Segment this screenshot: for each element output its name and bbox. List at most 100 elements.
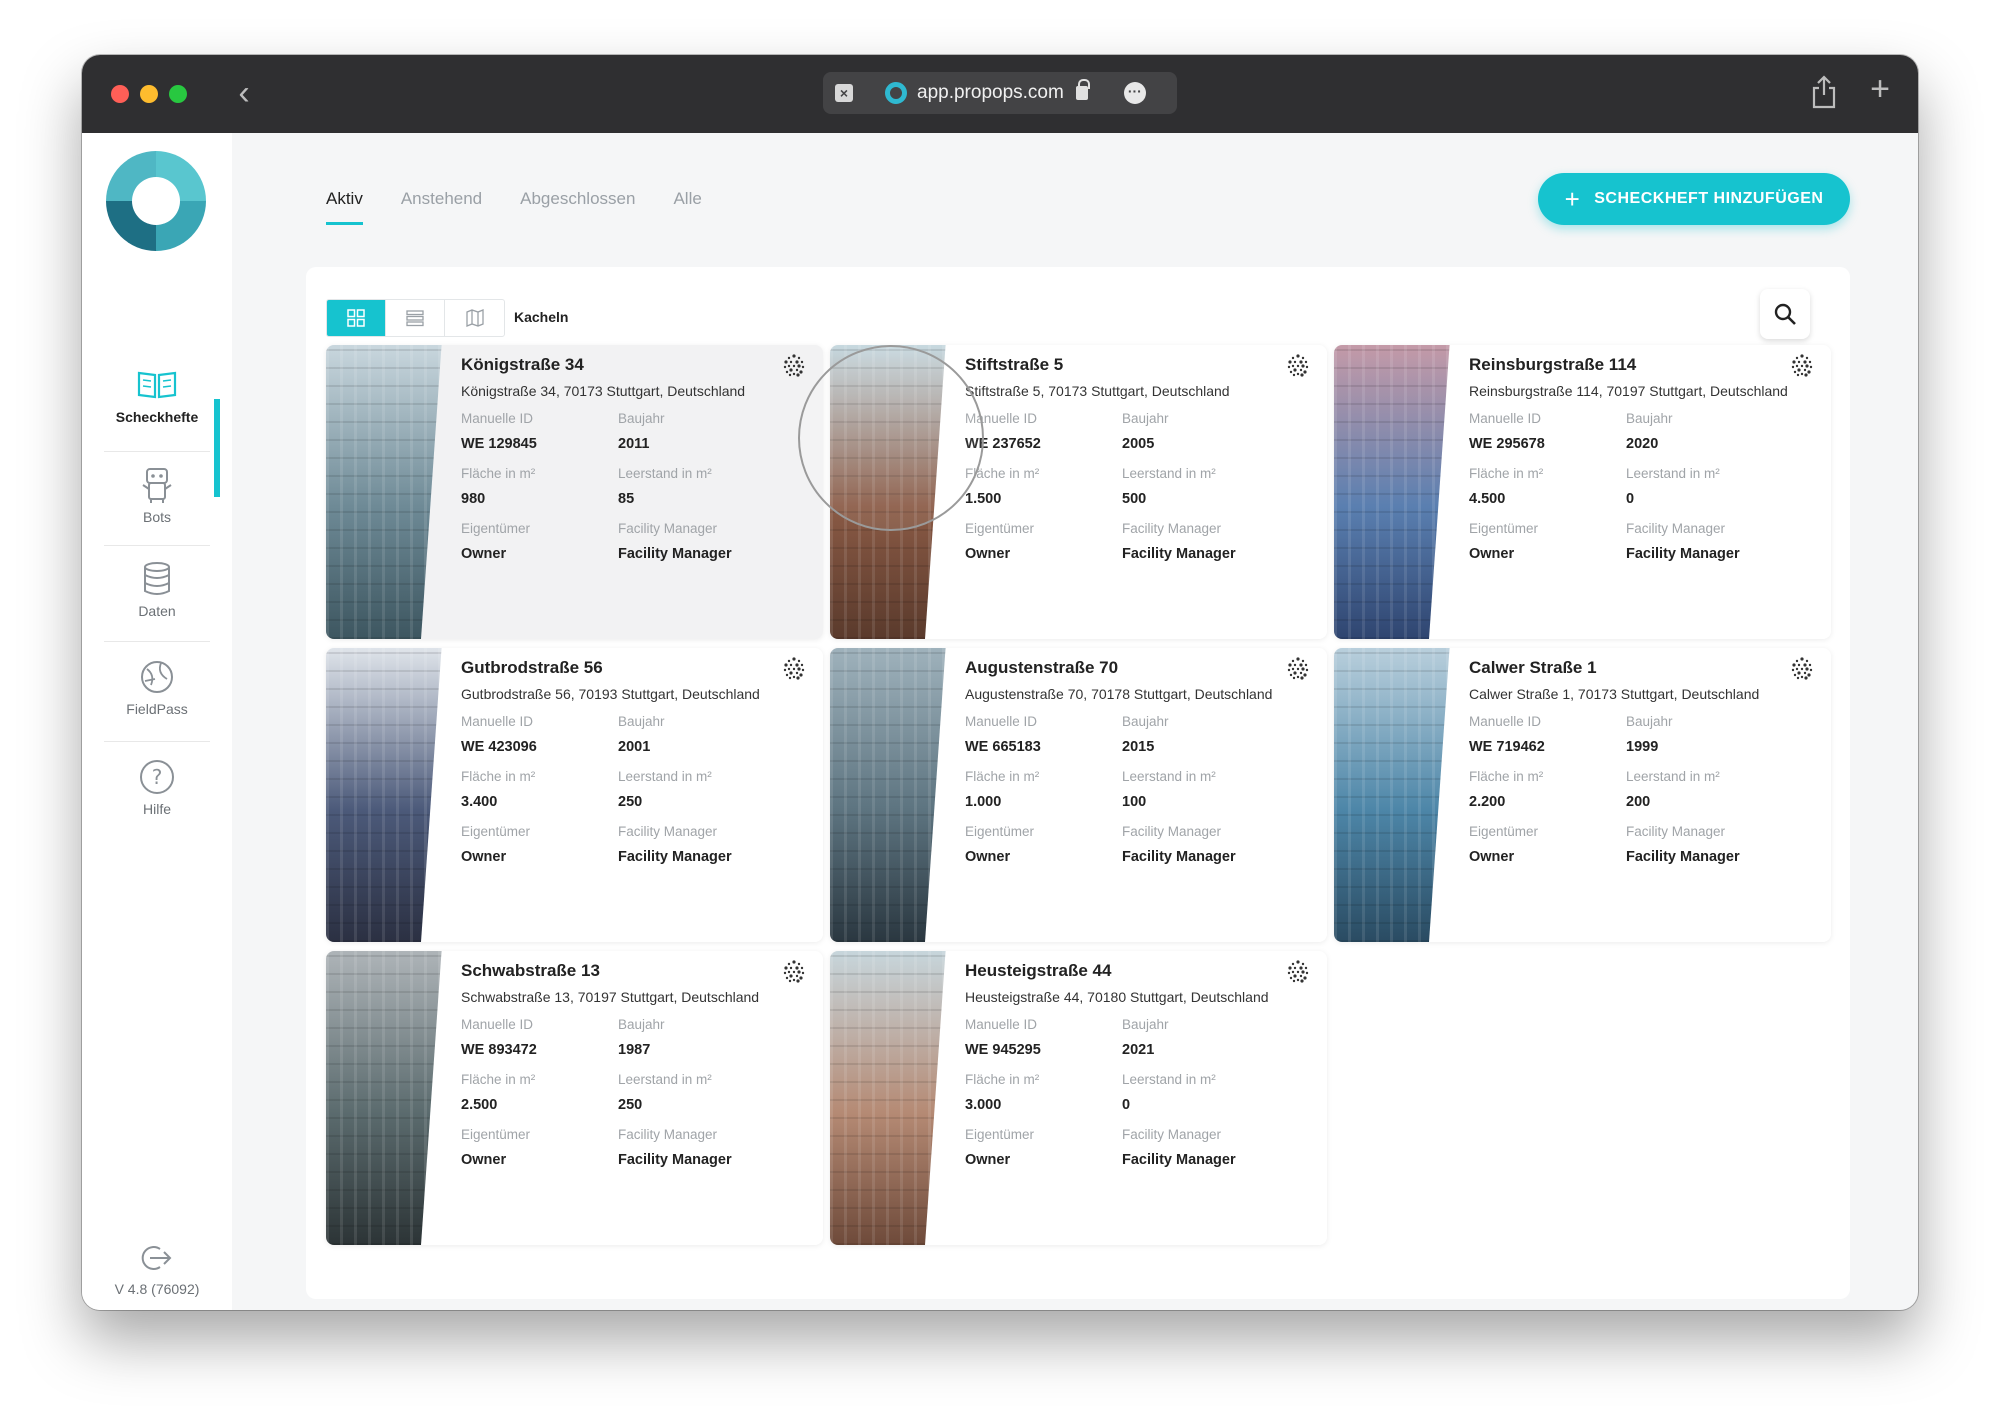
- iota-logo-icon[interactable]: [1285, 353, 1311, 379]
- field-label: Facility Manager: [618, 521, 718, 536]
- property-card[interactable]: Schwabstraße 13 Schwabstraße 13, 70197 St…: [326, 951, 823, 1245]
- share-icon[interactable]: [1810, 75, 1838, 109]
- field-label: Manuelle ID: [461, 1017, 534, 1032]
- field-value: 2011: [618, 436, 650, 452]
- sidebar-item-hilfe[interactable]: ? Hilfe: [82, 745, 232, 837]
- field-label: Facility Manager: [1626, 521, 1726, 536]
- field-value: 2021: [1122, 1042, 1155, 1058]
- field-value: WE 893472: [461, 1042, 537, 1058]
- property-card[interactable]: Königstraße 34 Königstraße 34, 70173 Stut…: [326, 345, 823, 639]
- field-label: Manuelle ID: [1469, 714, 1542, 729]
- add-scheckheft-button[interactable]: + SCHECKHEFT HINZUFÜGEN: [1538, 173, 1850, 225]
- field-value: 2020: [1626, 436, 1659, 452]
- field-value: 2.500: [461, 1097, 498, 1113]
- property-title: Stiftstraße 5: [965, 355, 1064, 374]
- new-tab-button[interactable]: +: [1860, 69, 1900, 109]
- field-value: WE 295678: [1469, 436, 1545, 452]
- svg-text:?: ?: [152, 765, 163, 789]
- property-title: Heusteigstraße 44: [965, 961, 1112, 980]
- globe-pass-icon: [141, 661, 173, 693]
- property-card[interactable]: Stiftstraße 5 Stiftstraße 5, 70173 Stuttg…: [830, 345, 1327, 639]
- sidebar-item-bots[interactable]: Bots: [82, 453, 232, 545]
- field-value: Owner: [461, 546, 507, 562]
- field-value: 85: [618, 491, 635, 507]
- field-value: 100: [1122, 794, 1147, 810]
- scheckhefte-panel: Kacheln Königstraße 34 Königstraße 34, 70…: [306, 267, 1850, 1299]
- field-value: Owner: [1469, 546, 1515, 562]
- property-card[interactable]: Gutbrodstraße 56 Gutbrodstraße 56, 70193 …: [326, 648, 823, 942]
- field-value: 1999: [1626, 739, 1659, 755]
- field-label: Leerstand in m²: [1122, 769, 1216, 784]
- field-value: 0: [1626, 491, 1635, 507]
- field-value: Owner: [461, 849, 507, 865]
- iota-logo-icon[interactable]: [781, 656, 807, 682]
- field-label: Manuelle ID: [461, 714, 534, 729]
- back-button[interactable]: ‹: [224, 73, 264, 113]
- list-view-icon: [406, 310, 424, 327]
- zoom-window-button[interactable]: [169, 85, 187, 103]
- browser-window: ‹ × app.propops.com ··· + Scheckhefte Bo…: [82, 55, 1918, 1310]
- field-label: Leerstand in m²: [1626, 769, 1720, 784]
- property-address: Königstraße 34, 70173 Stuttgart, Deutsch…: [461, 383, 746, 399]
- property-card[interactable]: Heusteigstraße 44 Heusteigstraße 44, 7018…: [830, 951, 1327, 1245]
- iota-logo-icon[interactable]: [1285, 959, 1311, 985]
- search-button[interactable]: [1760, 289, 1810, 339]
- address-bar[interactable]: × app.propops.com ···: [823, 72, 1177, 114]
- tab-anstehend[interactable]: Anstehend: [401, 185, 482, 225]
- field-value: 1.500: [965, 491, 1002, 507]
- field-label: Eigentümer: [1469, 521, 1539, 536]
- browser-titlebar: ‹ × app.propops.com ··· +: [82, 55, 1918, 133]
- field-label: Facility Manager: [618, 1127, 718, 1142]
- field-value: Facility Manager: [1122, 546, 1236, 562]
- field-label: Fläche in m²: [461, 1072, 536, 1087]
- field-label: Leerstand in m²: [1626, 466, 1720, 481]
- iota-logo-icon[interactable]: [781, 353, 807, 379]
- sidebar-item-daten[interactable]: Daten: [82, 547, 232, 639]
- field-value: 1987: [618, 1042, 651, 1058]
- logout-icon[interactable]: [134, 1243, 174, 1273]
- iota-logo-icon[interactable]: [781, 959, 807, 985]
- property-card[interactable]: Calwer Straße 1 Calwer Straße 1, 70173 St…: [1334, 648, 1831, 942]
- field-label: Baujahr: [1626, 714, 1673, 729]
- minimize-window-button[interactable]: [140, 85, 158, 103]
- close-window-button[interactable]: [111, 85, 129, 103]
- tab-alle[interactable]: Alle: [673, 185, 701, 225]
- field-value: 500: [1122, 491, 1147, 507]
- sidebar-item-scheckhefte[interactable]: Scheckhefte: [82, 353, 232, 445]
- field-label: Leerstand in m²: [618, 769, 712, 784]
- property-address: Calwer Straße 1, 70173 Stuttgart, Deutsc…: [1469, 686, 1760, 702]
- field-label: Manuelle ID: [965, 714, 1038, 729]
- property-card[interactable]: Reinsburgstraße 114 Reinsburgstraße 114, …: [1334, 345, 1831, 639]
- tab-abgeschlossen[interactable]: Abgeschlossen: [520, 185, 635, 225]
- sidebar-item-label: Bots: [142, 509, 171, 525]
- app-version: V 4.8 (76092): [114, 1281, 200, 1297]
- map-view-button[interactable]: [445, 300, 504, 336]
- field-value: WE 237652: [965, 436, 1041, 452]
- field-value: WE 129845: [461, 436, 537, 452]
- iota-logo-icon[interactable]: [1285, 656, 1311, 682]
- property-address: Stiftstraße 5, 70173 Stuttgart, Deutschl…: [965, 383, 1230, 399]
- field-label: Facility Manager: [1122, 521, 1222, 536]
- sidebar-active-indicator: [214, 399, 220, 497]
- grid-view-button[interactable]: [327, 300, 386, 336]
- sidebar-divider: [104, 741, 210, 742]
- iota-logo-icon[interactable]: [1789, 656, 1815, 682]
- grid-view-icon: [347, 309, 365, 327]
- sidebar-item-fieldpass[interactable]: FieldPass: [82, 645, 232, 737]
- tab-aktiv[interactable]: Aktiv: [326, 185, 363, 225]
- field-value: Owner: [965, 1152, 1011, 1168]
- field-label: Eigentümer: [461, 521, 531, 536]
- property-card[interactable]: Augustenstraße 70 Augustenstraße 70, 7017…: [830, 648, 1327, 942]
- more-options-icon[interactable]: ···: [1123, 82, 1146, 104]
- propops-logo[interactable]: [106, 151, 206, 251]
- list-view-button[interactable]: [386, 300, 445, 336]
- field-label: Eigentümer: [461, 824, 531, 839]
- tab-close-icon[interactable]: ×: [835, 84, 853, 102]
- plus-icon: +: [1564, 184, 1581, 214]
- field-label: Manuelle ID: [1469, 411, 1542, 426]
- field-label: Fläche in m²: [965, 1072, 1040, 1087]
- iota-logo-icon[interactable]: [1789, 353, 1815, 379]
- sidebar-divider: [104, 641, 210, 642]
- field-label: Eigentümer: [1469, 824, 1539, 839]
- robot-icon: [142, 468, 172, 503]
